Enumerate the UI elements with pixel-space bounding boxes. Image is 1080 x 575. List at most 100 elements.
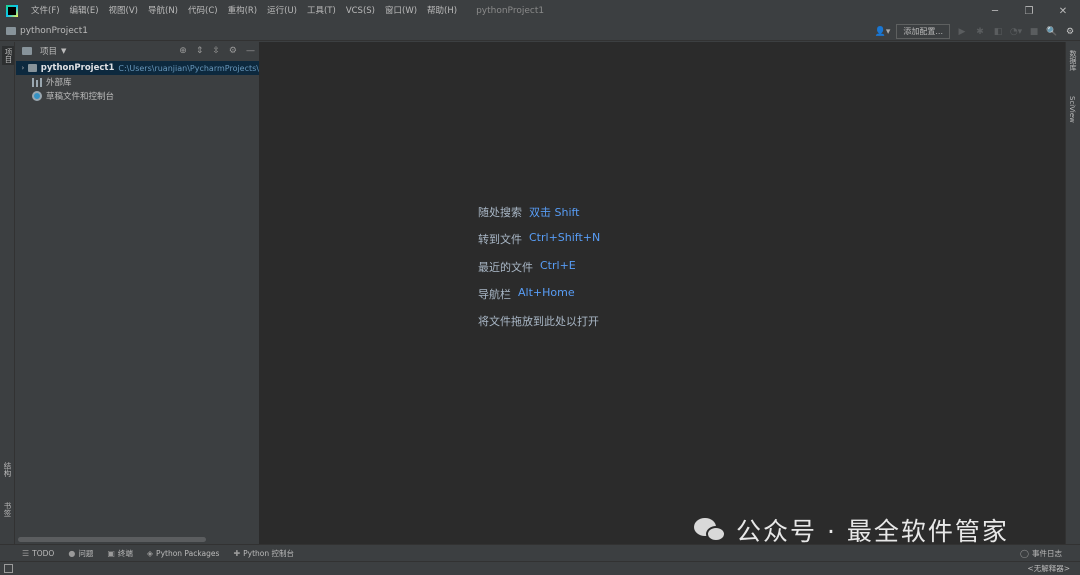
hint-label: 转到文件 <box>478 233 522 247</box>
menu-refactor[interactable]: 重构(R) <box>223 0 263 22</box>
hint-search-everywhere: 随处搜索 双击 Shift <box>478 204 606 231</box>
hint-shortcut: Alt+Home <box>518 285 575 299</box>
project-tool-tab[interactable]: 项目 <box>2 46 14 65</box>
watermark: 公众号 · 最全软件管家 <box>694 512 1009 548</box>
hint-goto-file: 转到文件 Ctrl+Shift+N <box>478 231 606 258</box>
breadcrumb[interactable]: pythonProject1 <box>6 26 88 36</box>
python-console-tab-label: Python 控制台 <box>243 548 295 558</box>
hint-shortcut: Ctrl+E <box>540 258 576 272</box>
stop-icon[interactable]: ■ <box>1028 26 1040 38</box>
pycharm-logo-icon <box>6 5 18 17</box>
collapse-all-icon[interactable]: ⇳ <box>212 46 220 56</box>
options-gear-icon[interactable]: ⚙ <box>229 46 237 56</box>
wechat-icon <box>694 516 728 544</box>
coverage-icon[interactable]: ◧ <box>992 26 1004 38</box>
terminal-tab[interactable]: ▣ 终端 <box>107 548 133 559</box>
menu-run[interactable]: 运行(U) <box>262 0 302 22</box>
project-tree: › pythonProject1 C:\Users\ruanjian\Pycha… <box>16 59 259 103</box>
wechat-bubble-small <box>706 526 726 542</box>
hint-label: 导航栏 <box>478 287 511 301</box>
profile-icon[interactable]: ◔▾ <box>1010 26 1022 38</box>
expand-arrow-icon[interactable]: › <box>18 64 28 72</box>
tree-row-project-root[interactable]: › pythonProject1 C:\Users\ruanjian\Pycha… <box>16 61 259 75</box>
search-icon[interactable]: 🔍 <box>1046 26 1058 38</box>
project-folder-icon <box>6 27 16 35</box>
menu-navigate[interactable]: 导航(N) <box>143 0 183 22</box>
drop-files-text: 将文件拖放到此处以打开 <box>478 315 599 329</box>
event-log-tab[interactable]: ◯ 事件日志 <box>1020 545 1062 562</box>
menu-edit[interactable]: 编辑(E) <box>65 0 104 22</box>
project-view-selector[interactable]: 项目 <box>40 45 57 57</box>
locate-file-icon[interactable]: ⊕ <box>179 46 187 56</box>
navigation-bar: pythonProject1 👤▾ 添加配置... ▶ ✱ ◧ ◔▾ ■ 🔍 ⚙ <box>0 22 1080 41</box>
problems-tab[interactable]: ● 问题 <box>68 548 93 559</box>
todo-tab[interactable]: ☰ TODO <box>22 549 54 558</box>
hint-drop-files: 将文件拖放到此处以打开 <box>478 313 606 340</box>
todo-tab-label: TODO <box>32 548 55 558</box>
menu-tools[interactable]: 工具(T) <box>302 0 341 22</box>
menu-file[interactable]: 文件(F) <box>26 0 65 22</box>
project-root-name: pythonProject1 <box>40 63 115 73</box>
problems-tab-label: 问题 <box>78 548 94 558</box>
main-menu: 文件(F) 编辑(E) 视图(V) 导航(N) 代码(C) 重构(R) 运行(U… <box>26 0 462 22</box>
hint-label: 随处搜索 <box>478 206 522 219</box>
restore-button[interactable]: ❐ <box>1012 0 1046 22</box>
tree-row-external-libraries[interactable]: 外部库 <box>16 75 259 89</box>
python-icon: ✚ <box>233 548 241 558</box>
editor-area[interactable]: 随处搜索 双击 Shift 转到文件 Ctrl+Shift+N 最近的文件 Ct… <box>259 42 1065 544</box>
info-icon: ● <box>68 548 76 558</box>
project-panel: 项目 ▼ ⊕ ⇕ ⇳ ⚙ — › pythonProject1 C:\Users… <box>16 42 259 544</box>
external-libraries-label: 外部库 <box>46 78 72 88</box>
sciview-tool-tab[interactable]: SciView <box>1068 96 1076 123</box>
project-panel-tools: ⊕ ⇕ ⇳ ⚙ — <box>179 42 255 59</box>
toggle-tool-windows-icon[interactable] <box>4 564 13 573</box>
minimize-button[interactable]: ─ <box>978 0 1012 22</box>
project-view-icon <box>22 46 32 55</box>
tree-row-scratches[interactable]: 草稿文件和控制台 <box>16 89 259 103</box>
status-bar: <无解释器> <box>0 561 1080 575</box>
menu-window[interactable]: 窗口(W) <box>380 0 422 22</box>
right-tool-stripe: 数据库 SciView <box>1065 42 1080 544</box>
hint-shortcut: Ctrl+Shift+N <box>529 231 601 245</box>
python-packages-tab-label: Python Packages <box>156 548 220 558</box>
settings-gear-icon[interactable]: ⚙ <box>1064 26 1076 38</box>
menu-code[interactable]: 代码(C) <box>183 0 223 22</box>
python-console-tab[interactable]: ✚ Python 控制台 <box>233 548 294 559</box>
watermark-text: 公众号 · 最全软件管家 <box>736 517 1009 546</box>
breadcrumb-project[interactable]: pythonProject1 <box>20 26 88 36</box>
user-icon[interactable]: 👤▾ <box>875 27 891 37</box>
project-panel-header: 项目 ▼ ⊕ ⇕ ⇳ ⚙ — <box>16 42 259 59</box>
menu-help[interactable]: 帮助(H) <box>422 0 462 22</box>
list-icon: ☰ <box>22 548 30 558</box>
add-configuration-button[interactable]: 添加配置... <box>896 24 950 39</box>
expand-all-icon[interactable]: ⇕ <box>196 46 204 56</box>
menu-view[interactable]: 视图(V) <box>104 0 143 22</box>
folder-icon <box>27 64 37 72</box>
title-bar: 文件(F) 编辑(E) 视图(V) 导航(N) 代码(C) 重构(R) 运行(U… <box>0 0 1080 22</box>
hint-navigation-bar: 导航栏 Alt+Home <box>478 286 606 313</box>
python-packages-tab[interactable]: ◈ Python Packages <box>147 549 220 558</box>
hide-panel-icon[interactable]: — <box>246 46 255 56</box>
event-log-icon: ◯ <box>1020 549 1029 558</box>
toolbar-right: 👤▾ 添加配置... ▶ ✱ ◧ ◔▾ ■ 🔍 ⚙ <box>875 22 1076 41</box>
window-title: pythonProject1 <box>476 6 545 16</box>
window-controls: ─ ❐ ✕ <box>978 0 1080 22</box>
terminal-tab-label: 终端 <box>117 548 133 558</box>
bookmarks-tool-tab[interactable]: 书签 <box>2 502 13 517</box>
horizontal-scrollbar[interactable] <box>18 537 206 542</box>
interpreter-selector[interactable]: <无解释器> <box>1027 563 1070 574</box>
library-icon <box>32 77 42 87</box>
terminal-icon: ▣ <box>107 548 115 558</box>
hint-label: 最近的文件 <box>478 260 533 274</box>
debug-icon[interactable]: ✱ <box>974 26 986 38</box>
project-root-path: C:\Users\ruanjian\PycharmProjects\ <box>118 63 259 73</box>
chevron-down-icon[interactable]: ▼ <box>61 47 66 55</box>
event-log-label: 事件日志 <box>1032 549 1062 558</box>
left-tool-stripe: 项目 结构 书签 <box>0 42 15 560</box>
scratches-label: 草稿文件和控制台 <box>46 92 115 102</box>
database-tool-tab[interactable]: 数据库 <box>1068 50 1078 71</box>
run-icon[interactable]: ▶ <box>956 26 968 38</box>
structure-tool-tab[interactable]: 结构 <box>2 462 13 477</box>
close-button[interactable]: ✕ <box>1046 0 1080 22</box>
menu-vcs[interactable]: VCS(S) <box>341 0 380 22</box>
